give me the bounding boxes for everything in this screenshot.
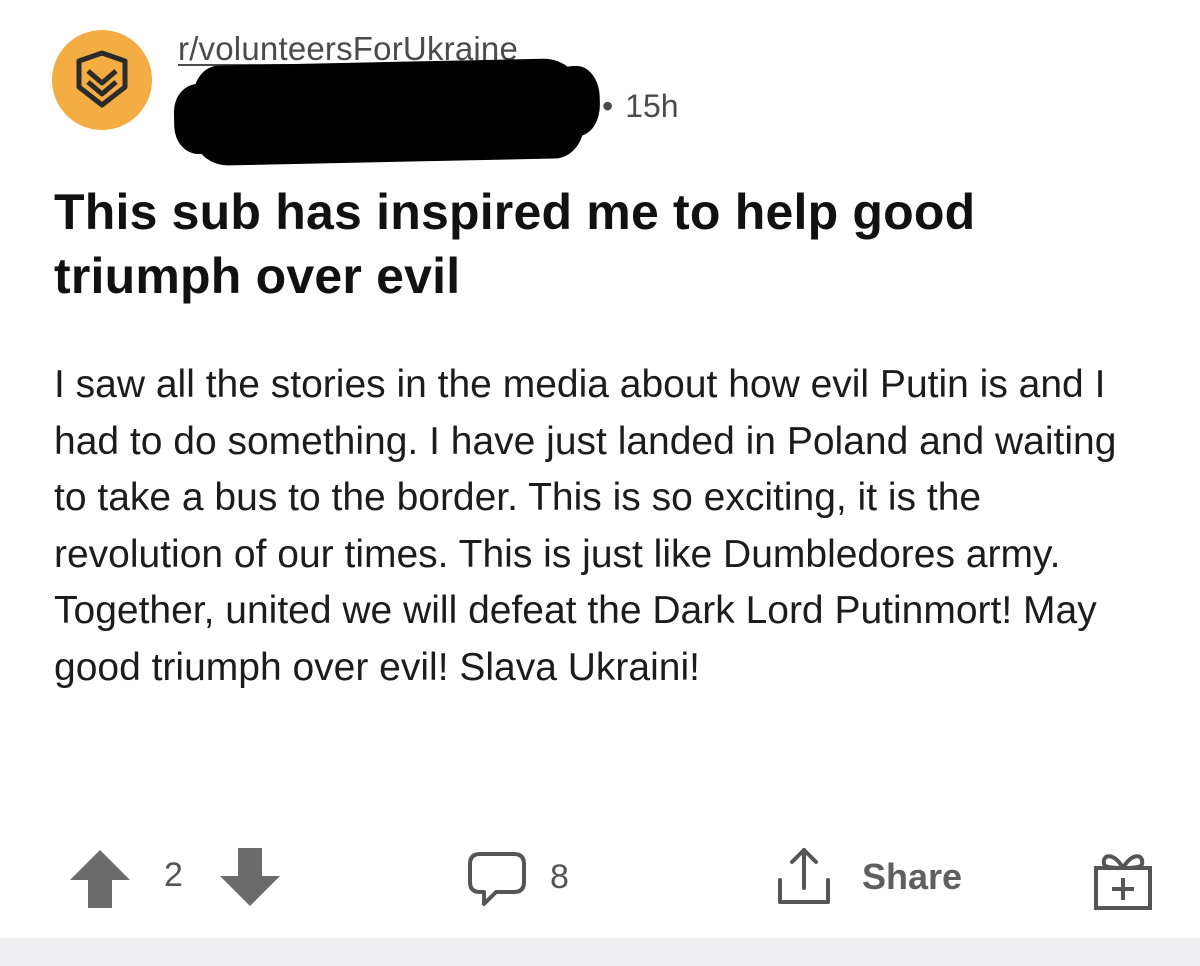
post-title[interactable]: This sub has inspired me to help good tr… xyxy=(54,180,1154,308)
meta-separator: • xyxy=(602,87,614,124)
comment-bubble-icon[interactable] xyxy=(466,848,528,910)
upvote-arrow-icon[interactable] xyxy=(68,848,132,910)
downvote-arrow-icon[interactable] xyxy=(218,846,282,908)
subreddit-avatar[interactable] xyxy=(52,30,152,130)
gift-award-icon[interactable] xyxy=(1090,846,1156,912)
vote-count: 2 xyxy=(164,856,183,894)
post-time: 15h xyxy=(625,87,679,124)
chevron-badge-icon xyxy=(76,50,128,108)
post-card: r/volunteersForUkraine • 15h This sub ha… xyxy=(0,0,1200,966)
share-upload-icon[interactable] xyxy=(772,844,836,910)
redaction-scribble xyxy=(192,57,586,167)
footer-divider xyxy=(0,938,1200,966)
post-body: I saw all the stories in the media about… xyxy=(54,363,1117,689)
share-button[interactable]: Share xyxy=(862,856,962,898)
post-action-bar: 2 8 Share xyxy=(0,836,1200,926)
comment-count[interactable]: 8 xyxy=(550,858,569,897)
